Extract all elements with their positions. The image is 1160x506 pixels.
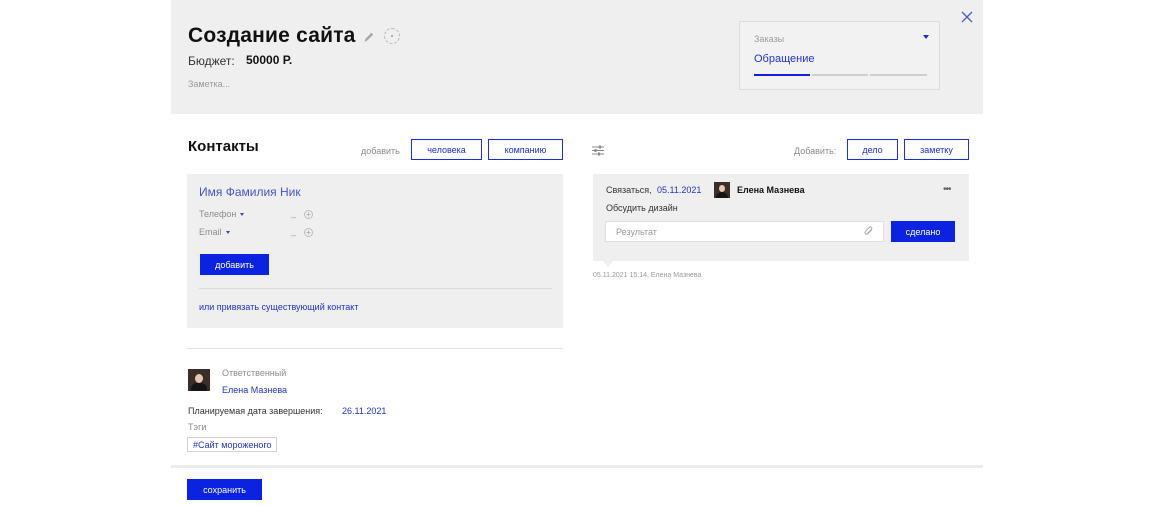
contact-name-field[interactable]: Имя Фамилия Ник xyxy=(199,185,301,199)
tag-chip[interactable]: #Сайт мороженого xyxy=(187,437,278,452)
avatar xyxy=(714,182,730,198)
divider xyxy=(187,348,563,349)
pencil-icon[interactable] xyxy=(362,30,376,44)
contacts-title: Контакты xyxy=(188,138,259,155)
filter-icon[interactable] xyxy=(592,145,604,156)
add-note-button[interactable]: заметку xyxy=(904,139,969,160)
task-date[interactable]: 05.11.2021 xyxy=(657,185,701,195)
paperclip-icon[interactable] xyxy=(864,226,874,237)
phone-field[interactable]: _ xyxy=(291,208,296,218)
add-task-button[interactable]: дело xyxy=(847,139,898,160)
email-field[interactable]: _ xyxy=(291,226,296,236)
footer-divider xyxy=(171,465,983,468)
email-type-select[interactable]: Email xyxy=(199,227,230,237)
phone-type-select[interactable]: Телефон xyxy=(199,209,245,219)
close-icon[interactable] xyxy=(960,10,974,24)
more-icon[interactable]: ••• xyxy=(943,184,951,195)
tags-label: Тэги xyxy=(188,422,207,432)
task-type: Связаться, xyxy=(606,185,652,195)
responsible-label: Ответственный xyxy=(222,368,287,378)
add-field-icon[interactable] xyxy=(384,28,400,44)
note-field[interactable]: Заметка... xyxy=(188,79,230,89)
add-company-button[interactable]: компанию xyxy=(488,139,563,160)
responsible-name[interactable]: Елена Мазнева xyxy=(222,385,287,395)
add-email-icon[interactable]: + xyxy=(304,228,313,237)
pipeline-name: Заказы xyxy=(754,34,785,44)
due-date-value[interactable]: 26.11.2021 xyxy=(342,406,386,416)
save-button[interactable]: сохранить xyxy=(187,479,262,500)
stage-bar-1[interactable] xyxy=(754,74,810,76)
result-input[interactable] xyxy=(605,221,884,242)
chevron-down-icon xyxy=(240,213,245,217)
link-existing-contact[interactable]: или привязать существующий контакт xyxy=(199,302,358,312)
task-text: Обсудить дизайн xyxy=(606,203,678,213)
budget-value[interactable]: 50000 Р. xyxy=(246,53,292,67)
add-person-button[interactable]: человека xyxy=(411,139,482,160)
pipeline-stage: Обращение xyxy=(754,53,815,65)
phone-label: Телефон xyxy=(199,209,237,219)
stage-bar-3[interactable] xyxy=(870,74,927,76)
task-card: Связаться, 05.11.2021 Елена Мазнева ••• … xyxy=(593,174,969,267)
contact-card: Имя Фамилия Ник Телефон _ + Email _ + до… xyxy=(187,174,563,328)
budget-label: Бюджет: xyxy=(188,54,235,68)
divider xyxy=(199,288,552,289)
chevron-down-icon[interactable] xyxy=(923,35,929,39)
pipeline-selector[interactable]: Заказы Обращение xyxy=(739,21,940,90)
stage-progress xyxy=(754,74,927,76)
add-activity-label: Добавить: xyxy=(794,146,837,156)
lead-title[interactable]: Создание сайта xyxy=(188,24,356,48)
lead-header: Создание сайта Бюджет: 50000 Р. Заметка.… xyxy=(171,0,983,114)
add-contact-label: добавить xyxy=(361,146,400,156)
email-label: Email xyxy=(199,227,222,237)
add-phone-icon[interactable]: + xyxy=(304,210,313,219)
task-done-button[interactable]: сделано xyxy=(891,221,955,242)
due-date-label: Планируемая дата завершения: xyxy=(188,406,323,416)
task-log-entry: 05.11.2021 15:14, Елена Мазнева xyxy=(593,272,702,279)
avatar xyxy=(188,369,210,391)
task-assignee[interactable]: Елена Мазнева xyxy=(737,185,805,195)
add-contact-button[interactable]: добавить xyxy=(200,254,269,275)
stage-bar-2[interactable] xyxy=(812,74,868,76)
chevron-down-icon xyxy=(225,231,230,235)
